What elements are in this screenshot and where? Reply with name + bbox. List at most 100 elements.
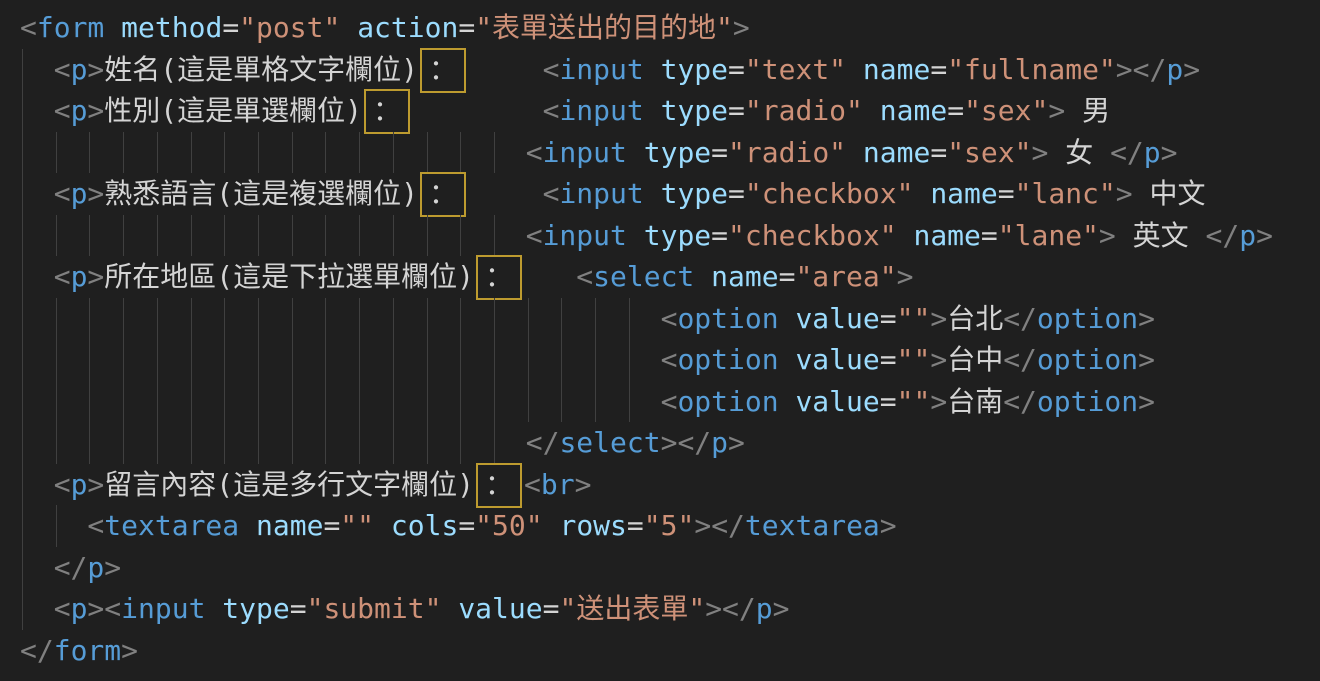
indent-guide <box>22 381 23 423</box>
code-token: "" <box>340 509 374 542</box>
code-line[interactable]: <p>留言內容(這是多行文字欄位)：<br> <box>0 464 1320 506</box>
indent-guide <box>224 422 225 464</box>
code-token: < <box>87 509 104 542</box>
indent-guide <box>393 298 394 340</box>
code-line[interactable]: <p>性別(這是單選欄位)： <input type="radio" name="… <box>0 90 1320 132</box>
code-token: select <box>559 426 660 459</box>
code-text: <p><input type="submit" value="送出表單"></p… <box>54 588 790 630</box>
code-token: value <box>795 385 879 418</box>
code-token: type <box>644 219 711 252</box>
code-token: "radio" <box>745 94 863 127</box>
code-token: 女 <box>1048 136 1110 169</box>
indent-guide <box>427 298 428 340</box>
code-line[interactable]: </p> <box>0 547 1320 589</box>
indent-guide <box>325 339 326 381</box>
code-token: < <box>524 468 541 501</box>
code-token: rows <box>559 509 626 542</box>
code-line[interactable]: <option value="">台南</option> <box>0 381 1320 423</box>
code-token: = <box>728 177 745 210</box>
indent-guide <box>123 339 124 381</box>
code-token: > <box>87 260 104 293</box>
indent-guide <box>123 215 124 257</box>
code-token: br <box>541 468 575 501</box>
code-line[interactable]: <option value="">台北</option> <box>0 298 1320 340</box>
indent-guide <box>56 381 57 423</box>
code-token: = <box>627 509 644 542</box>
code-text: <option value="">台北</option> <box>661 298 1155 340</box>
code-token: = <box>290 592 307 625</box>
indent-guide <box>22 49 23 91</box>
code-token: > <box>897 260 914 293</box>
code-token: name <box>863 136 930 169</box>
indent-guide <box>123 422 124 464</box>
code-token: p <box>1144 136 1161 169</box>
code-line[interactable]: <option value="">台中</option> <box>0 339 1320 381</box>
indent-guide <box>325 215 326 257</box>
code-text: <input type="radio" name="sex"> 男 <box>543 90 1111 132</box>
code-token: < <box>104 592 121 625</box>
code-token: = <box>998 177 1015 210</box>
code-token: < <box>54 468 71 501</box>
code-token: </ <box>1110 136 1144 169</box>
code-text: <p>性別(這是單選欄位)： <box>54 90 412 132</box>
code-token: < <box>54 260 71 293</box>
code-line[interactable]: <input type="radio" name="sex"> 女 </p> <box>0 132 1320 174</box>
indent-guide <box>258 215 259 257</box>
code-token: option <box>677 385 778 418</box>
code-line[interactable]: <p>熟悉語言(這是複選欄位)：<input type="checkbox" n… <box>0 173 1320 215</box>
code-token <box>441 592 458 625</box>
code-token: 中文 <box>1133 177 1206 210</box>
indent-guide <box>460 422 461 464</box>
code-token <box>779 302 796 335</box>
code-token: </ <box>54 551 88 584</box>
code-token: > <box>728 426 745 459</box>
code-token: action <box>357 11 458 44</box>
code-token: p <box>87 551 104 584</box>
code-line[interactable]: <p>姓名(這是單格文字欄位)：<input type="text" name=… <box>0 49 1320 91</box>
code-token <box>340 11 357 44</box>
indent-guide <box>359 381 360 423</box>
code-token: </ <box>526 426 560 459</box>
code-token: type <box>222 592 289 625</box>
code-token: > <box>1183 53 1200 86</box>
code-token <box>104 11 121 44</box>
code-token: > <box>575 468 592 501</box>
code-line[interactable]: <p><input type="submit" value="送出表單"></p… <box>0 588 1320 630</box>
indent-guide <box>595 381 596 423</box>
code-line[interactable]: <form method="post" action="表單送出的目的地"> <box>0 7 1320 49</box>
code-token <box>779 385 796 418</box>
code-line[interactable]: </form> <box>0 630 1320 672</box>
code-line[interactable]: <input type="checkbox" name="lane"> 英文 <… <box>0 215 1320 257</box>
code-token <box>627 219 644 252</box>
unicode-highlight-box: ： <box>364 89 410 134</box>
code-line[interactable]: </select></p> <box>0 422 1320 464</box>
code-token: 男 <box>1065 94 1110 127</box>
code-line[interactable]: <textarea name="" cols="50" rows="5"></t… <box>0 505 1320 547</box>
indent-guide <box>629 339 630 381</box>
code-token: < <box>661 302 678 335</box>
code-token <box>863 94 880 127</box>
code-token: "checkbox" <box>745 177 914 210</box>
code-text: <select name="area"> <box>576 256 913 298</box>
indent-guide <box>89 339 90 381</box>
code-line[interactable]: <p>所在地區(這是下拉選單欄位)：<select name="area"> <box>0 256 1320 298</box>
indent-guide <box>258 422 259 464</box>
code-text: <option value="">台中</option> <box>661 339 1155 381</box>
indent-guide <box>89 132 90 174</box>
code-editor[interactable]: <form method="post" action="表單送出的目的地"><p… <box>0 0 1320 681</box>
code-token: input <box>559 53 643 86</box>
indent-guide <box>56 505 57 547</box>
indent-guide <box>22 464 23 506</box>
indent-guide <box>157 381 158 423</box>
code-token: "sex" <box>947 136 1031 169</box>
indent-guide <box>89 298 90 340</box>
code-text: </form> <box>20 630 138 672</box>
indent-guide <box>258 298 259 340</box>
indent-guide <box>494 381 495 423</box>
code-token <box>205 592 222 625</box>
code-token: "text" <box>745 53 846 86</box>
code-token: value <box>458 592 542 625</box>
code-token: </ <box>1003 385 1037 418</box>
code-token: 熟悉語言(這是複選欄位) <box>104 177 418 210</box>
code-token: name <box>863 53 930 86</box>
